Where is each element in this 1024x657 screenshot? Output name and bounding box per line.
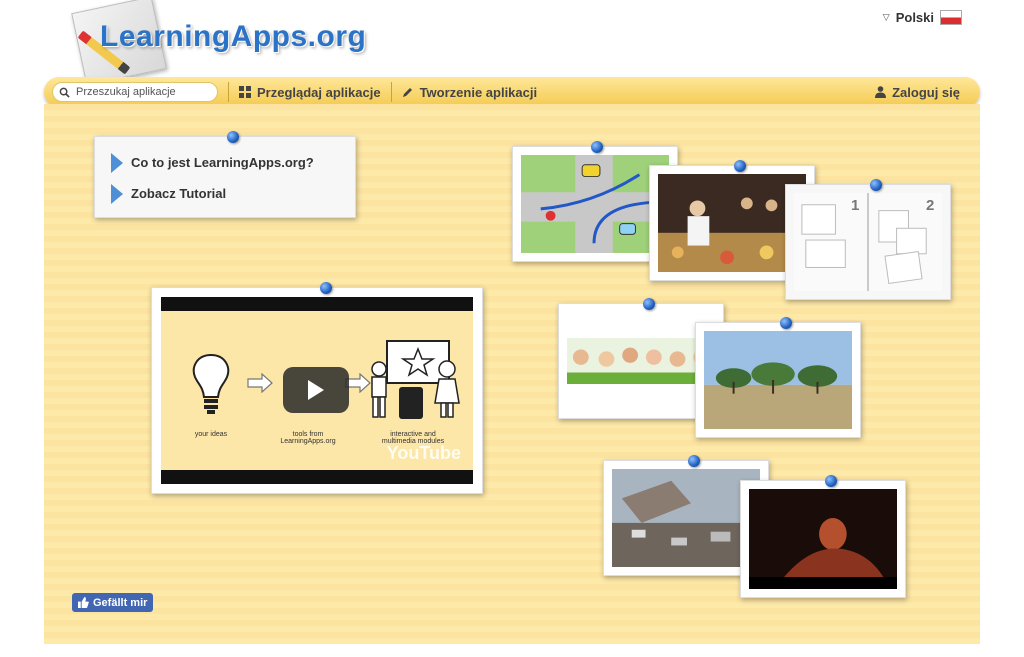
savanna-photo-image xyxy=(704,331,852,429)
pin-icon xyxy=(780,317,792,329)
facebook-like-button[interactable]: Gefällt mir xyxy=(72,593,154,612)
play-button[interactable] xyxy=(283,367,349,413)
arrow-right-icon xyxy=(111,152,123,173)
crowd-photo-image xyxy=(658,174,806,272)
tutorial-link[interactable]: Zobacz Tutorial xyxy=(111,178,355,209)
search-input[interactable] xyxy=(74,85,209,99)
pin-icon xyxy=(643,298,655,310)
kids-with-screen-icon xyxy=(371,340,460,419)
facebook-like-label: Gefällt mir xyxy=(93,596,148,609)
main-board: Co to jest LearningApps.org? Zobacz Tuto… xyxy=(44,104,980,644)
browse-apps-link[interactable]: Przeglądaj aplikacje xyxy=(239,85,381,100)
thumbs-up-icon xyxy=(78,597,89,608)
video-caption-ideas: your ideas xyxy=(194,431,228,438)
pin-icon xyxy=(227,131,239,143)
lightbulb-icon xyxy=(192,353,230,414)
triangle-down-icon: ▽ xyxy=(882,12,890,22)
login-link[interactable]: Zaloguj się xyxy=(875,85,960,100)
pin-icon xyxy=(825,475,837,487)
login-label: Zaloguj się xyxy=(892,84,960,100)
pin-icon xyxy=(734,160,746,172)
gallery-card-savanna[interactable] xyxy=(695,317,861,438)
video-frame: your ideas tools from LearningApps.org i… xyxy=(161,297,473,484)
info-links-card: Co to jest LearningApps.org? Zobacz Tuto… xyxy=(94,131,356,218)
gallery-card-book[interactable]: 1 2 xyxy=(785,179,951,300)
pin-icon xyxy=(320,282,332,294)
traffic-intersection-image xyxy=(521,155,669,253)
pencil-icon xyxy=(402,88,412,97)
create-app-link[interactable]: Tworzenie aplikacji xyxy=(402,84,538,100)
book-page-number-1: 1 xyxy=(851,197,860,214)
video-caption-tools: tools from LearningApps.org xyxy=(280,431,336,445)
what-is-link[interactable]: Co to jest LearningApps.org? xyxy=(111,147,355,178)
arrow-right-icon xyxy=(111,183,123,204)
youtube-logo: YouTube xyxy=(386,443,461,463)
play-icon xyxy=(308,380,324,400)
intro-video[interactable]: your ideas tools from LearningApps.org i… xyxy=(151,282,483,494)
pin-icon xyxy=(870,179,882,191)
tutorial-label: Zobacz Tutorial xyxy=(131,186,227,201)
nav-divider xyxy=(228,82,229,102)
nav-bar: Przeglądaj aplikacje Tworzenie aplikacji… xyxy=(44,77,980,107)
search-icon xyxy=(59,87,70,98)
book-page-number-2: 2 xyxy=(926,197,935,214)
children-photo-image xyxy=(567,338,715,384)
pin-icon xyxy=(591,141,603,153)
user-icon xyxy=(875,86,887,98)
search-box xyxy=(52,82,218,102)
create-app-label: Tworzenie aplikacji xyxy=(419,84,538,100)
language-selector[interactable]: ▽ Polski xyxy=(883,10,962,25)
earthquake-photo-image xyxy=(612,469,760,567)
browse-apps-label: Przeglądaj aplikacje xyxy=(257,84,381,100)
language-label: Polski xyxy=(895,10,934,25)
gallery-card-theater[interactable] xyxy=(740,475,906,598)
pin-icon xyxy=(688,455,700,467)
nav-divider xyxy=(390,82,392,102)
logo-text: LearningApps.org xyxy=(100,20,367,53)
open-book-icon xyxy=(794,193,942,291)
arrow-right-icon xyxy=(247,373,273,393)
film-scene-image xyxy=(749,489,897,589)
what-is-label: Co to jest LearningApps.org? xyxy=(131,155,314,170)
logo[interactable]: LearningApps.org xyxy=(60,0,380,86)
polish-flag-icon xyxy=(940,10,962,25)
grid-icon xyxy=(239,86,251,98)
